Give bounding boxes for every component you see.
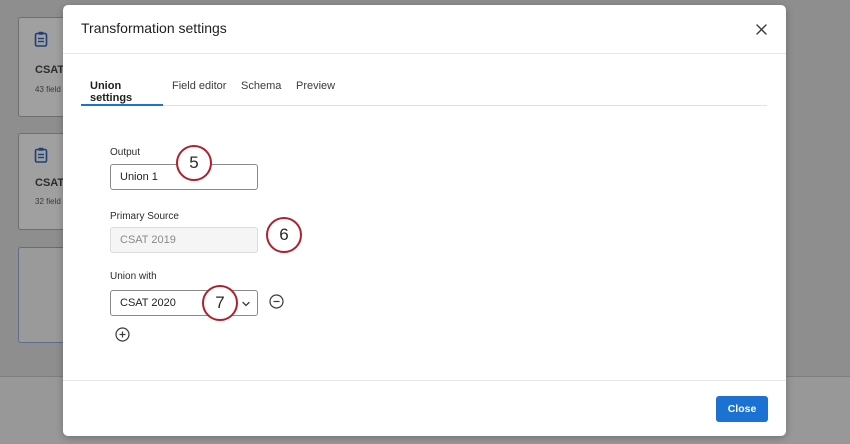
step-callout-7: 7 [202, 285, 238, 321]
tab-schema[interactable]: Schema [241, 71, 281, 106]
union-with-selected: CSAT 2020 [120, 297, 176, 309]
footer-divider [63, 380, 786, 381]
step-callout-6: 6 [266, 217, 302, 253]
add-union-icon[interactable] [115, 327, 130, 342]
step-callout-5: 5 [176, 145, 212, 181]
card-subtitle: 43 field [35, 85, 61, 94]
close-button[interactable]: Close [716, 396, 768, 422]
union-with-label: Union with [110, 271, 157, 282]
primary-source-label: Primary Source [110, 211, 179, 222]
tab-preview[interactable]: Preview [296, 71, 335, 106]
card-title: CSAT [35, 64, 65, 76]
modal-title: Transformation settings [81, 20, 227, 36]
close-icon[interactable] [751, 19, 771, 39]
card-subtitle: 32 field [35, 197, 61, 206]
tab-bar: Union settings Field editor Schema Previ… [81, 71, 767, 106]
tab-field-editor[interactable]: Field editor [172, 71, 226, 106]
clipboard-icon [34, 147, 48, 163]
card-title: CSAT [35, 177, 65, 189]
tab-union-settings[interactable]: Union settings [81, 71, 163, 106]
primary-source-input [110, 227, 258, 253]
transformation-settings-modal: Transformation settings Union settings F… [63, 5, 786, 436]
chevron-down-icon [242, 301, 250, 307]
output-label: Output [110, 147, 141, 158]
remove-union-icon[interactable] [269, 294, 284, 309]
clipboard-icon [34, 31, 48, 47]
modal-header: Transformation settings [63, 5, 786, 54]
